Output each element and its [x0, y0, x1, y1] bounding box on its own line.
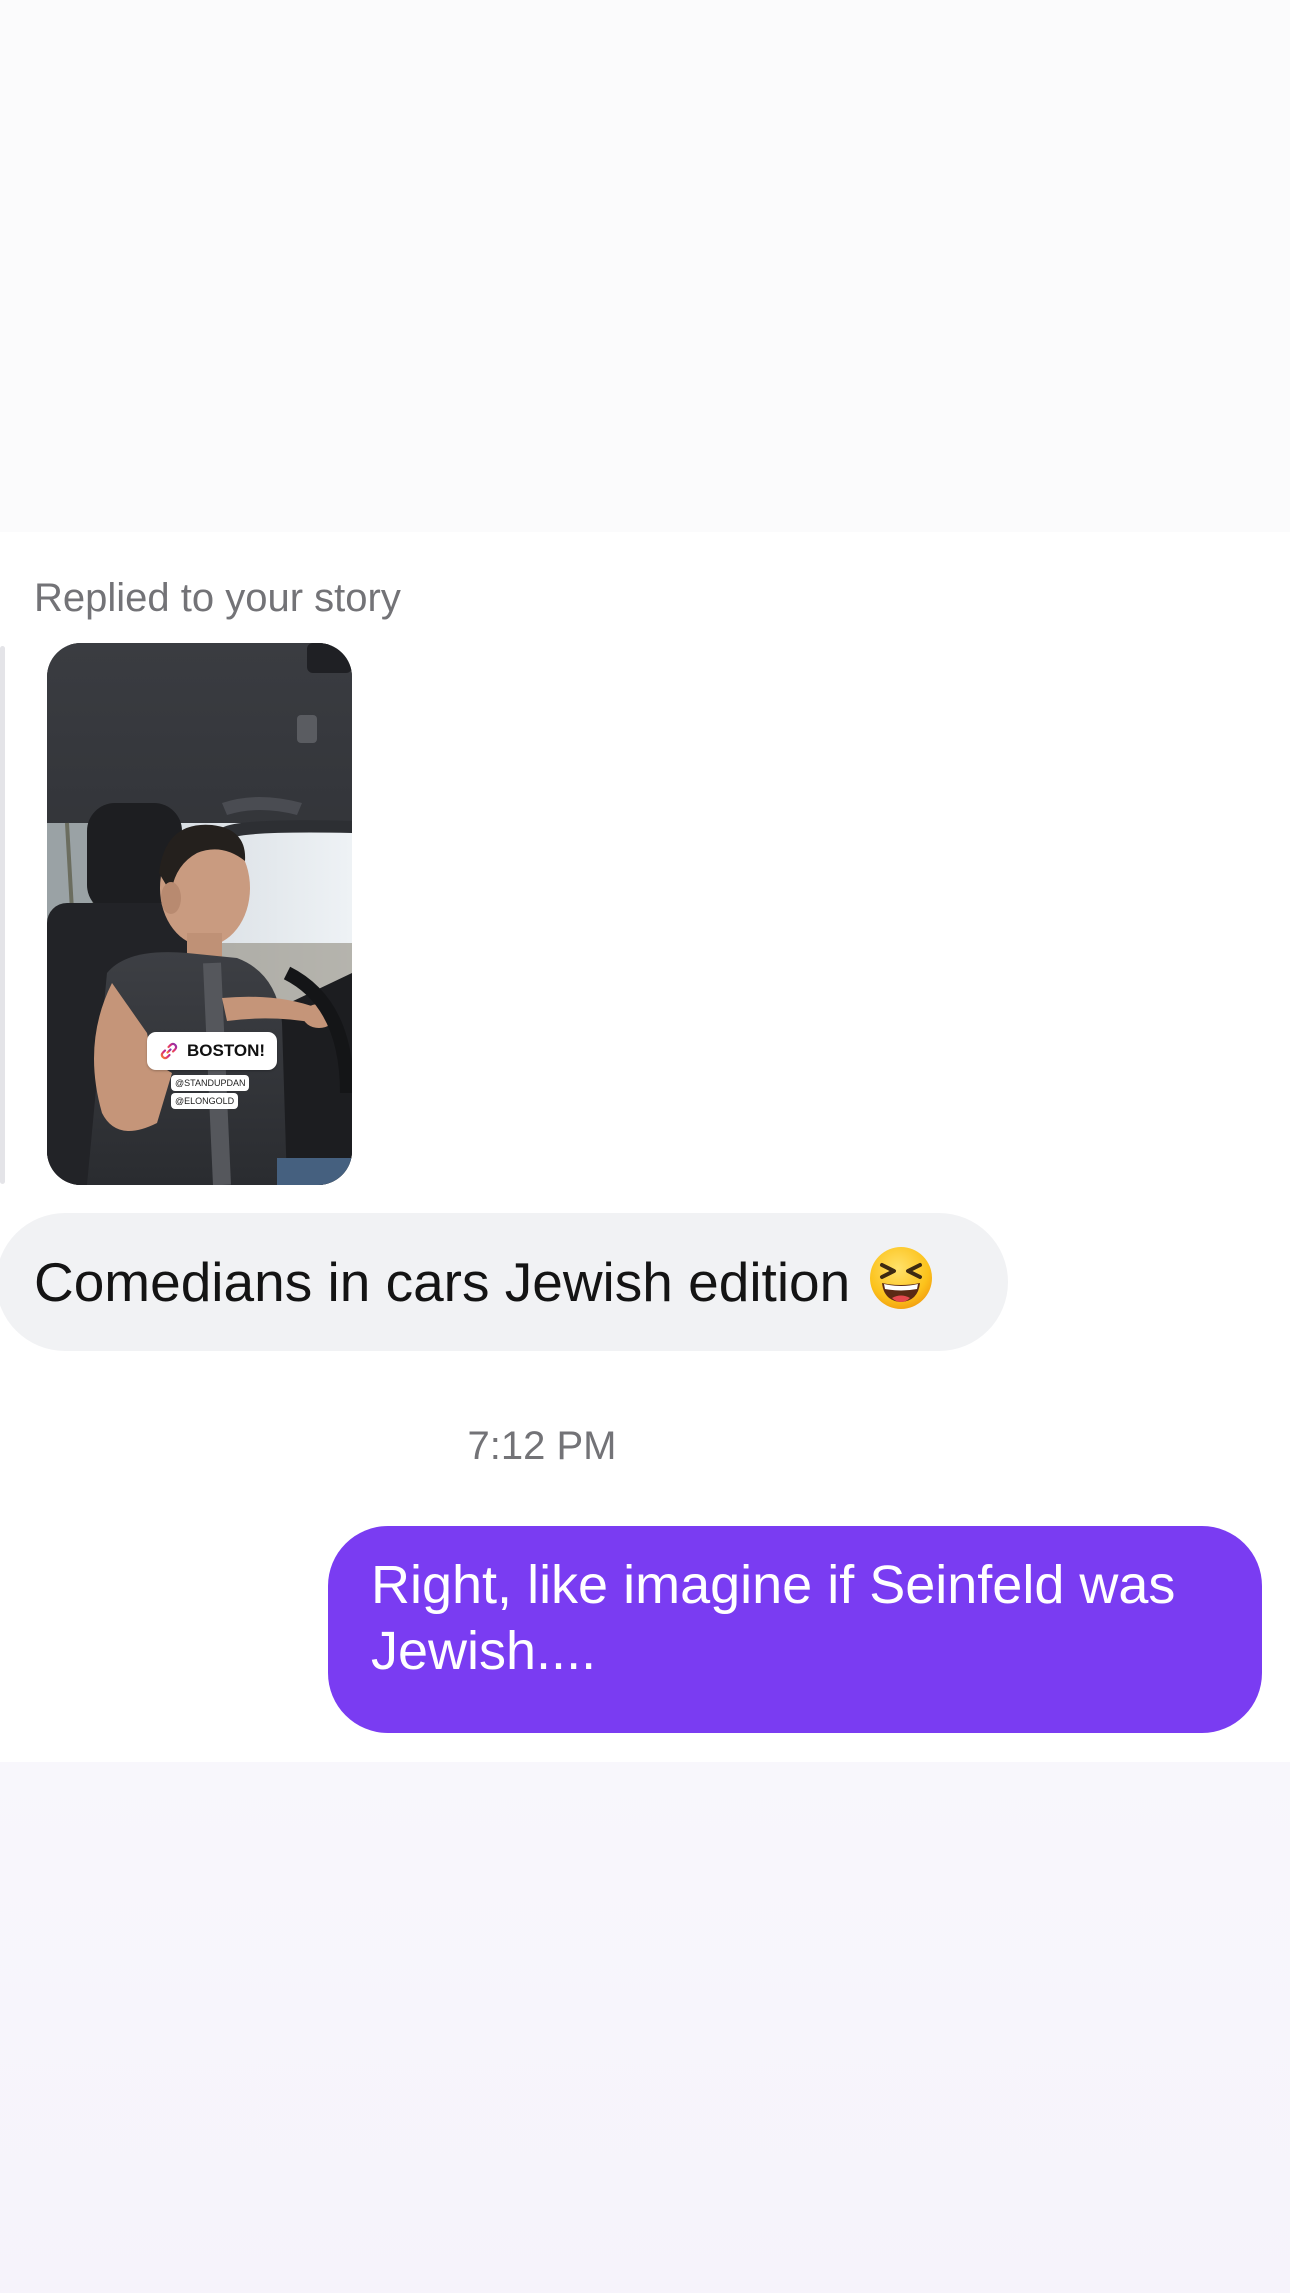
reply-quote-bar — [0, 646, 5, 1184]
story-mention-sticker: @STANDUPDAN — [171, 1075, 250, 1091]
outgoing-message-text: Right, like imagine if Seinfeld was Jewi… — [371, 1555, 1176, 1681]
story-link-sticker[interactable]: BOSTON! — [147, 1032, 278, 1070]
incoming-message-bubble[interactable]: Comedians in cars Jewish edition — [0, 1213, 1008, 1351]
empty-bottom-space — [0, 1762, 1290, 2293]
story-mention-sticker: @ELONGOLD — [171, 1093, 239, 1109]
story-reply-label: Replied to your story — [34, 576, 401, 620]
grinning-squinting-face-emoji-icon — [868, 1245, 934, 1311]
story-thumbnail[interactable]: BOSTON! @STANDUPDAN @ELONGOLD — [47, 643, 352, 1185]
story-link-sticker-label: BOSTON! — [187, 1041, 266, 1060]
message-timestamp: 7:12 PM — [467, 1424, 617, 1468]
outgoing-message-bubble[interactable]: Right, like imagine if Seinfeld was Jewi… — [328, 1526, 1262, 1733]
empty-thread-space — [0, 0, 1290, 532]
link-icon — [159, 1041, 179, 1061]
incoming-message-text: Comedians in cars Jewish edition — [34, 1251, 851, 1313]
